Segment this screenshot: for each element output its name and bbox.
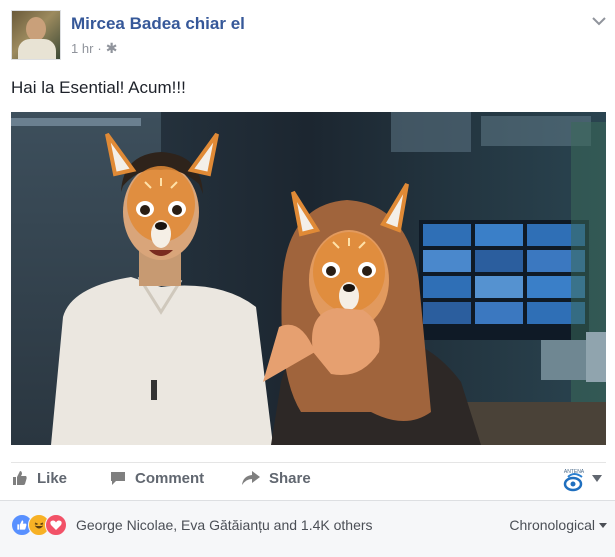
- comment-label: Comment: [135, 469, 205, 487]
- author-name[interactable]: Mircea Badea chiar el: [71, 14, 245, 34]
- monitor-wall: [419, 220, 589, 340]
- post-message: Hai la Esential! Acum!!!: [11, 78, 186, 97]
- post-timestamp[interactable]: 1 hr: [71, 41, 93, 56]
- post-header: Mircea Badea chiar el 1 hr · ✱: [11, 10, 606, 60]
- avatar-shirt: [18, 39, 56, 59]
- avatar-face: [26, 17, 46, 41]
- comment-bubble-icon: [111, 472, 125, 485]
- post-card: Mircea Badea chiar el 1 hr · ✱ Hai la Es…: [0, 0, 615, 557]
- share-arrow-icon: [242, 471, 260, 485]
- comment-button[interactable]: Comment: [109, 469, 204, 487]
- comment-sort-dropdown[interactable]: Chronological: [509, 517, 607, 533]
- author-avatar[interactable]: [11, 10, 61, 60]
- thumbs-up-icon: [13, 471, 27, 485]
- reactions-summary[interactable]: George Nicolae, Eva Gătăianțu and 1.4K o…: [76, 517, 373, 533]
- share-label: Share: [269, 469, 311, 487]
- sort-caret-icon: [599, 522, 607, 528]
- photo-illustration: [11, 112, 606, 445]
- post-actions-bar: Like Comment Share ANTENA: [11, 462, 606, 497]
- post-photo[interactable]: [11, 112, 606, 445]
- like-button[interactable]: Like: [11, 469, 67, 487]
- meta-separator: ·: [97, 41, 102, 56]
- like-label: Like: [37, 469, 68, 487]
- antena-page-icon[interactable]: ANTENA: [560, 467, 588, 493]
- reaction-icons[interactable]: [11, 514, 67, 536]
- chevron-down-icon[interactable]: [592, 475, 602, 482]
- reactions-bar: George Nicolae, Eva Gătăianțu and 1.4K o…: [0, 500, 615, 557]
- love-icon: [45, 514, 67, 536]
- post-meta: 1 hr · ✱: [71, 40, 117, 57]
- share-button[interactable]: Share: [241, 469, 311, 487]
- post-options-chevron-icon[interactable]: [592, 16, 606, 26]
- public-audience-icon[interactable]: ✱: [106, 40, 118, 57]
- sort-label: Chronological: [509, 517, 595, 533]
